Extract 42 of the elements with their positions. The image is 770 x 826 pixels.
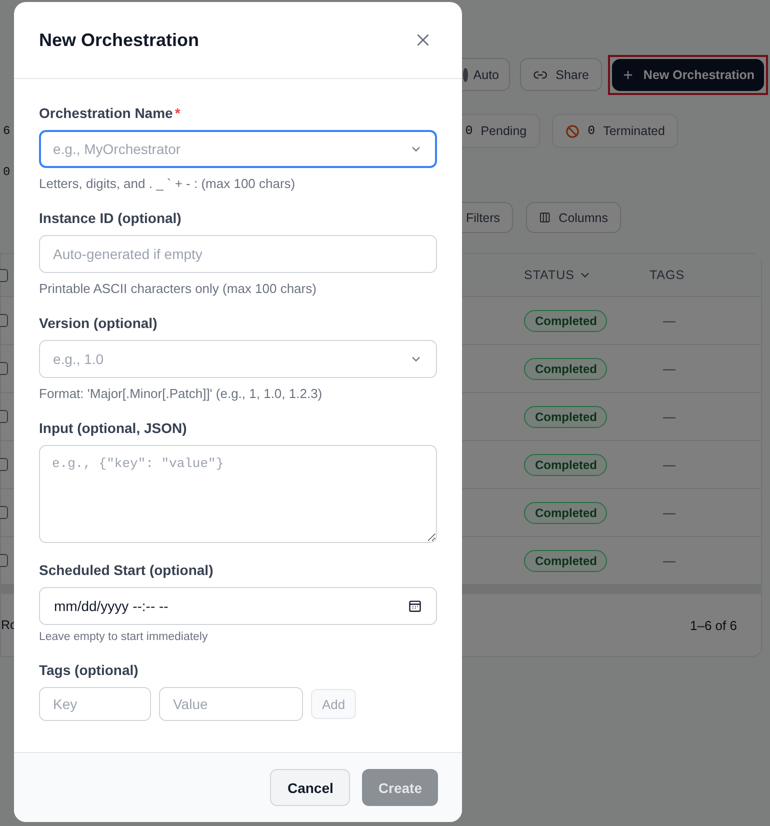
- dialog-title: New Orchestration: [39, 30, 200, 50]
- help-text: Format: 'Major[.Minor[.Patch]]' (e.g., 1, 1.0, 1.2.3): [39, 386, 324, 401]
- field-label: Version (optional): [39, 314, 158, 333]
- cancel-button[interactable]: Cancel: [270, 769, 350, 806]
- table-cell: —: [663, 506, 676, 520]
- status-badge: Completed: [524, 550, 607, 572]
- table-cell: —: [663, 554, 676, 568]
- table-cell: —: [663, 410, 676, 424]
- table-cell: —: [663, 362, 676, 376]
- tag-value-field[interactable]: Value: [159, 687, 303, 721]
- table-cell: —: [663, 314, 676, 328]
- help-text: Printable ASCII characters only (max 100 chars): [39, 281, 318, 296]
- field-label: Tags (optional): [39, 661, 140, 680]
- columns-icon: [539, 210, 551, 225]
- column-header[interactable]: STATUS: [524, 268, 592, 282]
- help-text: Letters, digits, and . _ ` + - : (max 100 chars): [39, 176, 296, 191]
- input-field[interactable]: Auto-generated if empty: [39, 235, 437, 273]
- status-badge: Completed: [524, 454, 607, 476]
- help-text: Leave empty to start immediately: [39, 631, 209, 643]
- datetime-field[interactable]: mm/dd/yyyy --:-- --: [39, 587, 437, 625]
- pagination-range: 1–6 of 6: [690, 618, 737, 632]
- columns-button[interactable]: Columns: [526, 202, 621, 233]
- field-label: Instance ID (optional): [39, 209, 182, 228]
- tag-key-field[interactable]: Key: [39, 687, 151, 721]
- table-cell: —: [663, 458, 676, 472]
- status-filter-chip[interactable]: 0 Terminated: [552, 114, 678, 148]
- calendar-icon: [408, 599, 422, 613]
- prohibited-icon: [564, 124, 580, 138]
- new-orchestration-button[interactable]: New Orchestration: [612, 58, 764, 90]
- status-badge: Completed: [524, 310, 607, 332]
- status-badge: Completed: [524, 358, 607, 380]
- status-badge: Completed: [524, 502, 607, 524]
- field-label: Orchestration Name*: [39, 104, 182, 123]
- share-button[interactable]: Share: [520, 58, 602, 91]
- combo-field[interactable]: e.g., MyOrchestrator: [39, 130, 437, 168]
- column-header: TAGS: [649, 268, 685, 282]
- field-label: Scheduled Start (optional): [39, 561, 214, 580]
- stat-count: 6: [3, 124, 10, 138]
- status-badge: Completed: [524, 406, 607, 428]
- stat-count: 0: [3, 165, 10, 179]
- json-input-field[interactable]: e.g., {"key": "value"}: [39, 445, 437, 543]
- field-label: Input (optional, JSON): [39, 419, 188, 438]
